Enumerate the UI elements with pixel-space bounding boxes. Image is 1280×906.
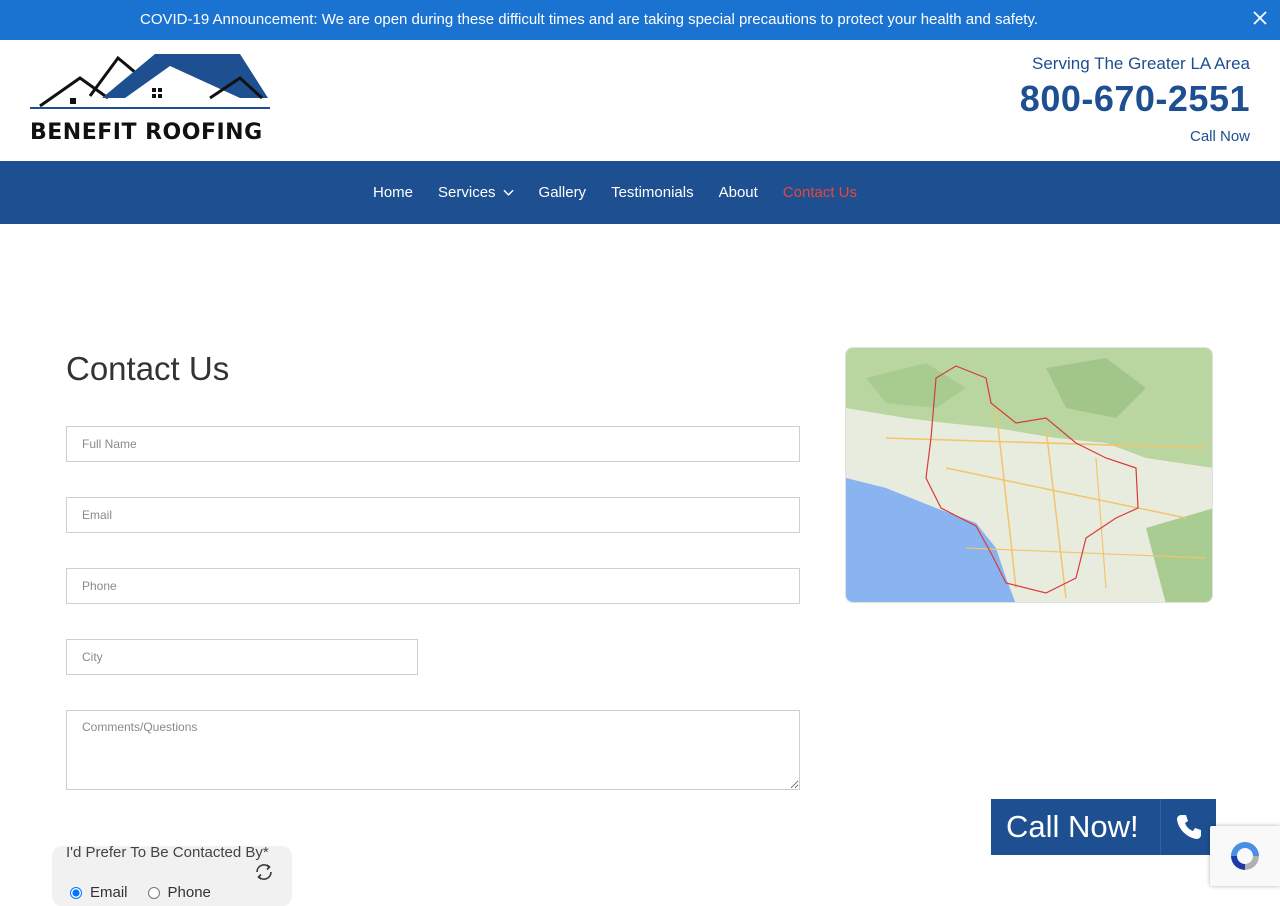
floating-call-button[interactable]: Call Now! bbox=[991, 799, 1216, 855]
nav-about-label: About bbox=[718, 184, 758, 201]
nav-home[interactable]: Home bbox=[373, 184, 413, 201]
email-field[interactable] bbox=[66, 497, 800, 533]
recaptcha-badge[interactable] bbox=[1210, 826, 1280, 886]
service-area-map[interactable] bbox=[845, 347, 1213, 603]
logo-roofs-graphic bbox=[30, 54, 270, 109]
preference-email-radio[interactable] bbox=[70, 886, 82, 899]
service-area-text: Serving The Greater LA Area bbox=[1032, 54, 1250, 73]
map-image bbox=[846, 348, 1212, 602]
phone-field[interactable] bbox=[66, 568, 800, 604]
comments-field[interactable] bbox=[66, 710, 800, 790]
chevron-down-icon bbox=[502, 189, 514, 196]
phone-icon bbox=[1176, 815, 1201, 839]
preference-email-label: Email bbox=[90, 884, 128, 901]
nav-contact-us-label: Contact Us bbox=[782, 184, 857, 201]
announcement-bar: COVID-19 Announcement: We are open durin… bbox=[0, 0, 1280, 40]
main-nav: Home Services Gallery Testimonials About… bbox=[0, 161, 1280, 224]
logo-text: BENEFIT ROOFING bbox=[30, 120, 263, 145]
full-name-field[interactable] bbox=[66, 426, 800, 462]
page-title: Contact Us bbox=[66, 350, 230, 387]
preference-phone-option[interactable]: Phone bbox=[147, 884, 211, 901]
city-field[interactable] bbox=[66, 639, 418, 675]
header-call-now-link[interactable]: Call Now bbox=[1020, 128, 1250, 145]
preference-phone-label: Phone bbox=[167, 884, 211, 901]
nav-contact-us[interactable]: Contact Us bbox=[783, 184, 857, 201]
nav-services[interactable]: Services bbox=[438, 184, 514, 201]
refresh-icon[interactable] bbox=[252, 860, 276, 884]
nav-testimonials[interactable]: Testimonials bbox=[611, 184, 694, 201]
nav-gallery[interactable]: Gallery bbox=[539, 184, 587, 201]
nav-about[interactable]: About bbox=[719, 184, 758, 201]
floating-call-label: Call Now! bbox=[1006, 809, 1139, 844]
header-contact: Serving The Greater LA Area 800-670-2551… bbox=[1020, 54, 1250, 145]
nav-services-label: Services bbox=[438, 184, 496, 201]
recaptcha-icon bbox=[1231, 842, 1259, 870]
preference-email-option[interactable]: Email bbox=[70, 884, 128, 901]
announcement-text: COVID-19 Announcement: We are open durin… bbox=[140, 11, 1039, 28]
close-icon[interactable] bbox=[1248, 6, 1272, 30]
nav-home-label: Home bbox=[373, 184, 414, 201]
nav-gallery-label: Gallery bbox=[538, 184, 587, 201]
preference-phone-radio[interactable] bbox=[147, 886, 160, 899]
phone-icon-box bbox=[1160, 799, 1216, 855]
site-header: BENEFIT ROOFING Serving The Greater LA A… bbox=[0, 40, 1280, 161]
header-phone-number[interactable]: 800-670-2551 bbox=[1020, 78, 1250, 120]
logo[interactable]: BENEFIT ROOFING bbox=[30, 48, 270, 146]
contact-preference-options: Email Phone bbox=[70, 884, 231, 901]
nav-testimonials-label: Testimonials bbox=[611, 184, 694, 201]
contact-preference-label: I'd Prefer To Be Contacted By* bbox=[66, 844, 269, 861]
